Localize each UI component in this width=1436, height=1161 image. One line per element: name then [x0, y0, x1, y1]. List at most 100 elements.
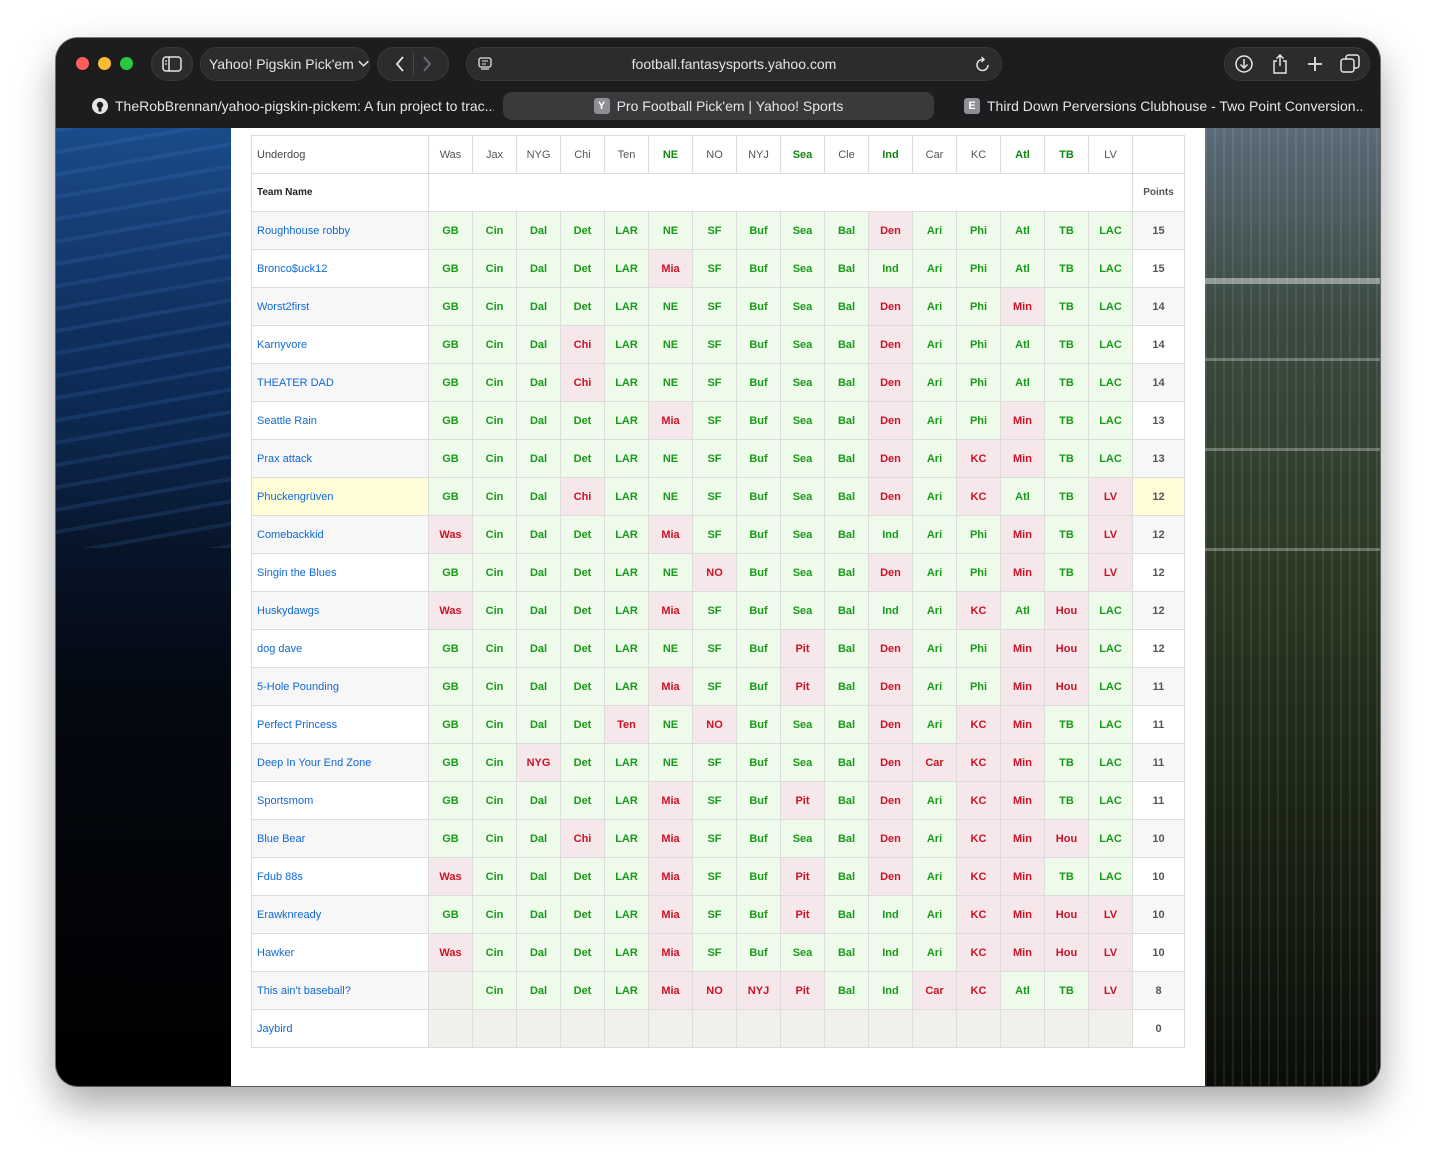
new-tab-icon[interactable]	[1307, 56, 1323, 72]
team-name-link[interactable]: Jaybird	[251, 1009, 429, 1048]
table-row: Prax attack GB Cin Dal Det LAR NE SF Buf Sea Bal De…	[251, 439, 1185, 478]
team-name-link[interactable]: Erawknready	[251, 895, 429, 934]
pick-cell: Dal	[516, 705, 561, 744]
forward-arrow-icon[interactable]	[422, 56, 432, 72]
background-stadium	[1205, 128, 1380, 1086]
team-name-link[interactable]: Huskydawgs	[251, 591, 429, 630]
team-name-link[interactable]: Blue Bear	[251, 819, 429, 858]
pick-cell: NE	[648, 287, 693, 326]
pick-cell: SF	[692, 933, 737, 972]
pick-cell: Ari	[912, 363, 957, 402]
team-name-link[interactable]: Prax attack	[251, 439, 429, 478]
team-name-link[interactable]: Roughhouse robby	[251, 211, 429, 250]
pick-cell: Chi	[560, 819, 605, 858]
table-row: Perfect Princess GB Cin Dal Det Ten NE NO Buf Sea…	[251, 705, 1185, 744]
pick-cell: SF	[692, 781, 737, 820]
team-name-link[interactable]: Phuckengrüven	[251, 477, 429, 516]
pick-cell: Buf	[736, 325, 781, 364]
pick-cell: Sea	[780, 743, 825, 782]
pick-cell: Bal	[824, 401, 869, 440]
address-bar[interactable]: football.fantasysports.yahoo.com	[466, 47, 1002, 81]
pick-cell: Cin	[472, 781, 517, 820]
pick-cell: Dal	[516, 515, 561, 554]
pick-cell: LAR	[604, 971, 649, 1010]
tab-clubhouse[interactable]: E Third Down Perversions Clubhouse - Two…	[964, 92, 1364, 120]
team-name-link[interactable]: Worst2first	[251, 287, 429, 326]
pick-cell: Det	[560, 743, 605, 782]
pick-cell	[956, 1009, 1001, 1048]
pick-cell: Buf	[736, 249, 781, 288]
pick-cell: Mia	[648, 401, 693, 440]
pick-cell: Car	[912, 971, 957, 1010]
close-window-button[interactable]	[76, 57, 89, 70]
title-bar: Yahoo! Pigskin Pick'em football.fantasys…	[56, 38, 1380, 128]
tab-github[interactable]: TheRobBrennan/yahoo-pigskin-pickem: A fu…	[92, 92, 494, 120]
pick-cell: Dal	[516, 401, 561, 440]
pick-cell: NE	[648, 743, 693, 782]
points-cell: 14	[1132, 363, 1185, 402]
team-name-link[interactable]: Sportsmom	[251, 781, 429, 820]
tab-group-button[interactable]: Yahoo! Pigskin Pick'em	[200, 47, 370, 81]
team-name-link[interactable]: Fdub 88s	[251, 857, 429, 896]
pick-cell: Dal	[516, 591, 561, 630]
pick-cell: LV	[1088, 553, 1133, 592]
pick-cell: LAC	[1088, 249, 1133, 288]
pick-cell: Ind	[868, 971, 913, 1010]
pick-cell: Dal	[516, 249, 561, 288]
pick-cell: Atl	[1000, 477, 1045, 516]
field-line	[1205, 448, 1380, 451]
pick-cell: Den	[868, 363, 913, 402]
pick-cell: Den	[868, 325, 913, 364]
team-name-link[interactable]: This ain't baseball?	[251, 971, 429, 1010]
pick-cell	[648, 1009, 693, 1048]
pick-cell: LAC	[1088, 743, 1133, 782]
team-name-link[interactable]: Comebackkid	[251, 515, 429, 554]
team-name-link[interactable]: Perfect Princess	[251, 705, 429, 744]
tab-yahoo-pickem[interactable]: Y Pro Football Pick'em | Yahoo! Sports	[503, 92, 934, 120]
downloads-icon[interactable]	[1234, 54, 1254, 74]
pick-cell: TB	[1044, 249, 1089, 288]
reload-icon[interactable]	[975, 55, 991, 73]
team-name-link[interactable]: Hawker	[251, 933, 429, 972]
pick-cell: KC	[956, 857, 1001, 896]
team-name-link[interactable]: dog dave	[251, 629, 429, 668]
team-name-link[interactable]: THEATER DAD	[251, 363, 429, 402]
sidebar-toggle-button[interactable]	[151, 47, 193, 81]
pick-cell: Sea	[780, 553, 825, 592]
pick-cell: TB	[1044, 211, 1089, 250]
pick-cell	[824, 1009, 869, 1048]
pick-cell: SF	[692, 439, 737, 478]
pick-cell: Mia	[648, 895, 693, 934]
underdog-team: TB	[1044, 135, 1089, 174]
points-cell: 0	[1132, 1009, 1185, 1048]
e-favicon-icon: E	[964, 98, 980, 114]
pick-cell	[780, 1009, 825, 1048]
team-name-link[interactable]: Singin the Blues	[251, 553, 429, 592]
pick-cell: Hou	[1044, 895, 1089, 934]
team-name-link[interactable]: Deep In Your End Zone	[251, 743, 429, 782]
team-name-link[interactable]: Seattle Rain	[251, 401, 429, 440]
pick-cell: Bal	[824, 667, 869, 706]
pick-cell: Buf	[736, 287, 781, 326]
pick-cell: Ari	[912, 705, 957, 744]
pick-cell: Bal	[824, 325, 869, 364]
points-cell: 10	[1132, 819, 1185, 858]
points-header: Points	[1132, 173, 1185, 212]
page-settings-icon[interactable]	[477, 56, 493, 72]
team-name-link[interactable]: Bronco$uck12	[251, 249, 429, 288]
pick-cell: Mia	[648, 515, 693, 554]
pick-cell: Mia	[648, 819, 693, 858]
pick-cell: Phi	[956, 515, 1001, 554]
team-name-link[interactable]: 5-Hole Pounding	[251, 667, 429, 706]
pick-cell: Was	[428, 933, 473, 972]
back-arrow-icon[interactable]	[395, 56, 405, 72]
pick-cell: NE	[648, 363, 693, 402]
zoom-window-button[interactable]	[120, 57, 133, 70]
table-row: Phuckengrüven GB Cin Dal Chi LAR NE SF Buf Sea Bal…	[251, 477, 1185, 516]
tab-overview-icon[interactable]	[1340, 54, 1360, 74]
share-icon[interactable]	[1271, 54, 1289, 74]
team-name-link[interactable]: Karnyvore	[251, 325, 429, 364]
table-row: Karnyvore GB Cin Dal Chi LAR NE SF Buf Sea Bal Den A…	[251, 325, 1185, 364]
pick-cell: LAR	[604, 401, 649, 440]
minimize-window-button[interactable]	[98, 57, 111, 70]
